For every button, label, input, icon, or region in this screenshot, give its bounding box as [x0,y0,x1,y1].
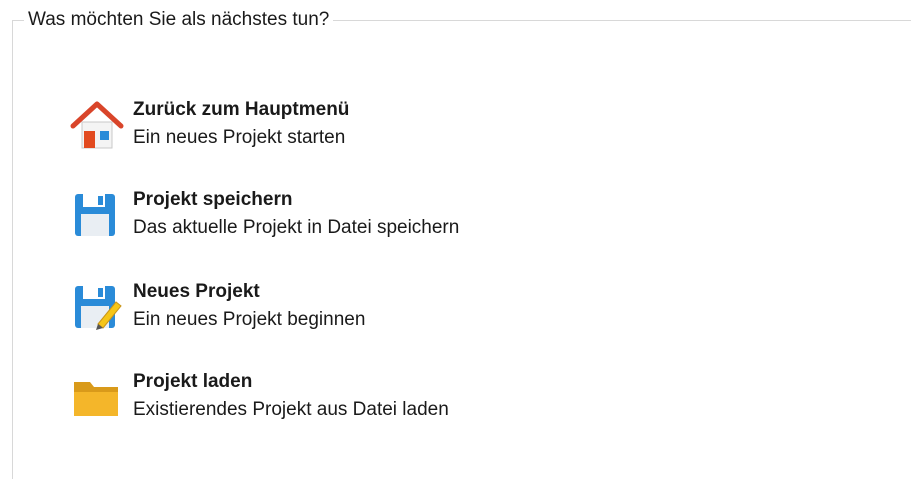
floppy-disk-icon [75,194,115,236]
groupbox-legend: Was möchten Sie als nächstes tun? [24,8,334,32]
action-description: Existierendes Projekt aus Datei laden [133,399,449,420]
action-title: Projekt laden [133,371,253,392]
floppy-disk-pencil-icon [75,286,122,330]
action-description: Ein neues Projekt beginnen [133,309,366,330]
action-title: Neues Projekt [133,281,260,302]
save-project-action[interactable]: Projekt speichern Das aktuelle Projekt i… [70,188,590,252]
back-to-main-menu-action[interactable]: Zurück zum Hauptmenü Ein neues Projekt s… [70,98,590,162]
home-icon [70,101,124,149]
action-description: Das aktuelle Projekt in Datei speichern [133,217,460,238]
load-project-action[interactable]: Projekt laden Existierendes Projekt aus … [70,370,590,434]
folder-icon [74,382,118,416]
new-project-action[interactable]: Neues Projekt Ein neues Projekt beginnen [70,280,590,344]
action-title: Zurück zum Hauptmenü [133,99,350,120]
action-title: Projekt speichern [133,189,293,210]
action-description: Ein neues Projekt starten [133,127,346,148]
